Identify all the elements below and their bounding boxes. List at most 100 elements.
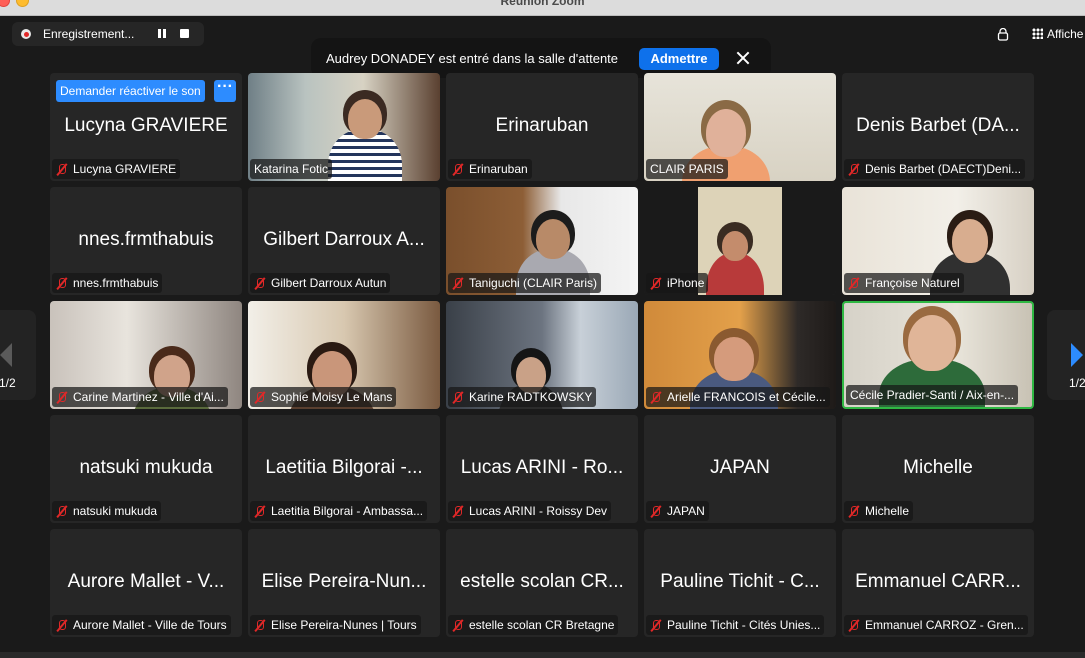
page-indicator-right: 1/2 <box>1069 376 1085 390</box>
participant-face <box>908 315 956 371</box>
muted-mic-icon <box>848 505 859 518</box>
participant-name: Denis Barbet (DAECT)Deni... <box>865 162 1022 176</box>
muted-mic-icon <box>254 505 265 518</box>
muted-mic-icon <box>254 619 265 632</box>
participant-name-tag: Michelle <box>844 501 914 521</box>
participant-name: natsuki mukuda <box>73 504 158 518</box>
participant-tile[interactable]: nnes.frmthabuis nnes.frmthabuis <box>50 187 242 295</box>
participant-display-name: Aurore Mallet - V... <box>67 571 225 592</box>
participant-name: Michelle <box>865 504 910 518</box>
participant-tile[interactable]: JAPAN JAPAN <box>644 415 836 523</box>
participant-name: Laetitia Bilgorai - Ambassa... <box>271 504 424 518</box>
participant-name: Arielle FRANCOIS et Cécile... <box>667 390 826 404</box>
participant-tile[interactable]: CLAIR PARIS <box>644 73 836 181</box>
participant-display-name: Michelle <box>903 457 973 478</box>
muted-mic-icon <box>650 277 661 290</box>
muted-mic-icon <box>56 505 67 518</box>
bottom-toolbar-edge <box>0 652 1085 658</box>
muted-mic-icon <box>650 505 661 518</box>
participant-tile[interactable]: Lucas ARINI - Ro... Lucas ARINI - Roissy … <box>446 415 638 523</box>
participant-tile[interactable]: Katarina Fotic <box>248 73 440 181</box>
participant-display-name: Lucyna GRAVIERE <box>64 115 228 136</box>
cloud-recording-icon[interactable] <box>997 28 1009 42</box>
participant-tile[interactable]: Denis Barbet (DA... Denis Barbet (DAECT)D… <box>842 73 1034 181</box>
participant-name: Cécile Pradier-Santi / Aix-en-... <box>850 388 1015 402</box>
participant-name-tag: Cécile Pradier-Santi / Aix-en-... <box>846 385 1019 405</box>
participant-name-tag: Arielle FRANCOIS et Cécile... <box>646 387 830 407</box>
muted-mic-icon <box>848 163 859 176</box>
participant-name: JAPAN <box>667 504 705 518</box>
participant-name: CLAIR PARIS <box>650 162 724 176</box>
participant-face <box>714 337 754 381</box>
participant-name-tag: Emmanuel CARROZ - Gren... <box>844 615 1028 635</box>
muted-mic-icon <box>848 277 859 290</box>
participant-face <box>536 219 570 259</box>
participant-tile[interactable]: Erinaruban Erinaruban <box>446 73 638 181</box>
participant-display-name: Laetitia Bilgorai -... <box>265 457 423 478</box>
grid-view-icon[interactable] <box>1032 28 1043 39</box>
participant-name: Katarina Fotic <box>254 162 329 176</box>
participant-name-tag: iPhone <box>646 273 709 293</box>
participant-name: iPhone <box>667 276 705 290</box>
muted-mic-icon <box>650 391 661 404</box>
participant-tile[interactable]: Michelle Michelle <box>842 415 1034 523</box>
participant-name: Gilbert Darroux Autun <box>271 276 387 290</box>
participant-tile[interactable]: Gilbert Darroux A... Gilbert Darroux Autu… <box>248 187 440 295</box>
participant-face <box>722 231 748 261</box>
ask-to-unmute-button[interactable]: Demander réactiver le son <box>56 80 205 102</box>
participant-name-tag: Taniguchi (CLAIR Paris) <box>448 273 602 293</box>
participant-tile[interactable]: Laetitia Bilgorai -... Laetitia Bilgorai … <box>248 415 440 523</box>
participant-tile[interactable]: Pauline Tichit - C... Pauline Tichit - Ci… <box>644 529 836 637</box>
participant-tile[interactable]: Emmanuel CARR... Emmanuel CARROZ - Gren..… <box>842 529 1034 637</box>
participant-tile[interactable]: Elise Pereira-Nun... Elise Pereira-Nunes … <box>248 529 440 637</box>
participant-display-name: Pauline Tichit - C... <box>660 571 820 592</box>
recording-label: Enregistrement... <box>43 27 135 41</box>
pause-recording-icon[interactable] <box>158 29 166 38</box>
participant-tile[interactable]: iPhone <box>644 187 836 295</box>
muted-mic-icon <box>56 163 67 176</box>
participant-name: Sophie Moisy Le Mans <box>271 390 393 404</box>
notification-text: Audrey DONADEY est entré dans la salle d… <box>326 51 619 66</box>
participant-tile[interactable]: natsuki mukuda natsuki mukuda <box>50 415 242 523</box>
participant-name: Lucas ARINI - Roissy Dev <box>469 504 608 518</box>
participant-name: Erinaruban <box>469 162 528 176</box>
participant-name: estelle scolan CR Bretagne <box>469 618 615 632</box>
window-title: Réunion Zoom <box>500 0 585 8</box>
participant-name-tag: JAPAN <box>646 501 709 521</box>
stop-recording-icon[interactable] <box>180 29 189 38</box>
muted-mic-icon <box>254 391 265 404</box>
muted-mic-icon <box>254 277 265 290</box>
participant-name: nnes.frmthabuis <box>73 276 159 290</box>
participant-tile[interactable]: Françoise Naturel <box>842 187 1034 295</box>
previous-page-button[interactable]: 1/2 <box>0 310 36 400</box>
next-page-button[interactable]: 1/2 <box>1047 310 1085 400</box>
view-button-label[interactable]: Affiche <box>1047 27 1083 41</box>
close-icon[interactable] <box>736 51 750 65</box>
participant-name-tag: Karine RADTKOWSKY <box>448 387 597 407</box>
participant-name: Emmanuel CARROZ - Gren... <box>865 618 1024 632</box>
participant-tile[interactable]: estelle scolan CR... estelle scolan CR Br… <box>446 529 638 637</box>
admit-button[interactable]: Admettre <box>639 48 719 70</box>
participant-name: Aurore Mallet - Ville de Tours <box>73 618 227 632</box>
participant-display-name: natsuki mukuda <box>79 457 213 478</box>
participant-name-tag: Gilbert Darroux Autun <box>250 273 391 293</box>
window-title-bar: Réunion Zoom <box>0 0 1085 16</box>
participant-tile[interactable]: Cécile Pradier-Santi / Aix-en-... <box>842 301 1034 409</box>
participant-name-tag: estelle scolan CR Bretagne <box>448 615 619 635</box>
participant-display-name: Erinaruban <box>495 115 589 136</box>
participant-name-tag: CLAIR PARIS <box>646 159 728 179</box>
participant-tile[interactable]: Aurore Mallet - V... Aurore Mallet - Vill… <box>50 529 242 637</box>
participant-tile[interactable]: Taniguchi (CLAIR Paris) <box>446 187 638 295</box>
participant-tile[interactable]: Arielle FRANCOIS et Cécile... <box>644 301 836 409</box>
participant-tile[interactable]: Lucyna GRAVIERE Demander réactiver le son… <box>50 73 242 181</box>
muted-mic-icon <box>452 505 463 518</box>
more-options-icon[interactable] <box>214 78 236 102</box>
participant-name-tag: Aurore Mallet - Ville de Tours <box>52 615 231 635</box>
recording-indicator: Enregistrement... <box>12 22 204 46</box>
muted-mic-icon <box>452 163 463 176</box>
participant-face <box>952 219 988 263</box>
participant-tile[interactable]: Sophie Moisy Le Mans <box>248 301 440 409</box>
participant-tile[interactable]: Carine Martinez - Ville d'Ai... <box>50 301 242 409</box>
participant-tile[interactable]: Karine RADTKOWSKY <box>446 301 638 409</box>
participant-name: Taniguchi (CLAIR Paris) <box>469 276 598 290</box>
